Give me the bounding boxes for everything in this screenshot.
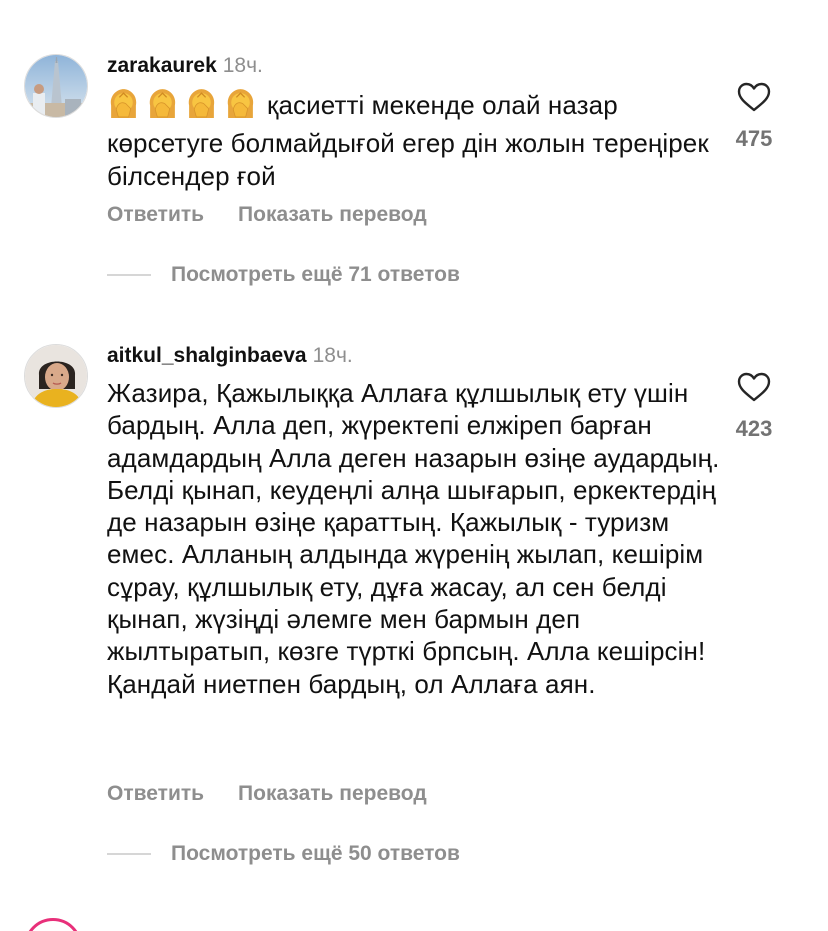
- emoji-group: [107, 87, 263, 127]
- view-replies-label: Посмотреть ещё 50 ответов: [171, 842, 460, 865]
- comment-meta: aitkul_shalginbaeva 18ч.: [107, 343, 353, 369]
- view-replies-label: Посмотреть ещё 71 ответов: [171, 263, 460, 286]
- divider-line: [107, 274, 151, 276]
- comment-time: 18ч.: [312, 344, 353, 367]
- comments-screen: zarakaurek 18ч. қасиетті мекенде олай на…: [0, 0, 828, 931]
- view-replies-button[interactable]: Посмотреть ещё 71 ответов: [107, 263, 460, 287]
- comment-username[interactable]: aitkul_shalginbaeva: [107, 344, 307, 367]
- like-count: 475: [735, 126, 773, 151]
- woman-facepalming-icon: [188, 89, 215, 118]
- comment-time: 18ч.: [222, 54, 263, 77]
- avatar[interactable]: [24, 344, 88, 408]
- comment-text: қасиетті мекенде олай назар көрсетуге бо…: [107, 87, 727, 192]
- view-replies-button[interactable]: Посмотреть ещё 50 ответов: [107, 842, 460, 866]
- heart-icon[interactable]: [737, 372, 771, 402]
- comment-actions: Ответить Показать перевод: [107, 782, 427, 806]
- divider-line: [107, 853, 151, 855]
- comment-text: Жазира, Қажылыққа Аллаға құлшылық ету үш…: [107, 377, 727, 700]
- show-translation-button[interactable]: Показать перевод: [238, 782, 427, 806]
- comment-actions: Ответить Показать перевод: [107, 203, 427, 227]
- comment-meta: zarakaurek 18ч.: [107, 53, 263, 79]
- woman-facepalming-icon: [149, 89, 176, 118]
- reply-button[interactable]: Ответить: [107, 203, 204, 227]
- woman-facepalming-icon: [227, 89, 254, 118]
- avatar-story-ring[interactable]: [24, 918, 82, 931]
- show-translation-button[interactable]: Показать перевод: [238, 203, 427, 227]
- comment-body: Жазира, Қажылыққа Аллаға құлшылық ету үш…: [107, 378, 720, 699]
- like-count: 423: [735, 416, 773, 441]
- reply-button[interactable]: Ответить: [107, 782, 204, 806]
- like-control: 423: [714, 372, 794, 442]
- avatar[interactable]: [24, 54, 88, 118]
- woman-facepalming-icon: [110, 89, 137, 118]
- like-control: 475: [714, 82, 794, 152]
- comment-username[interactable]: zarakaurek: [107, 54, 217, 77]
- heart-icon[interactable]: [737, 82, 771, 112]
